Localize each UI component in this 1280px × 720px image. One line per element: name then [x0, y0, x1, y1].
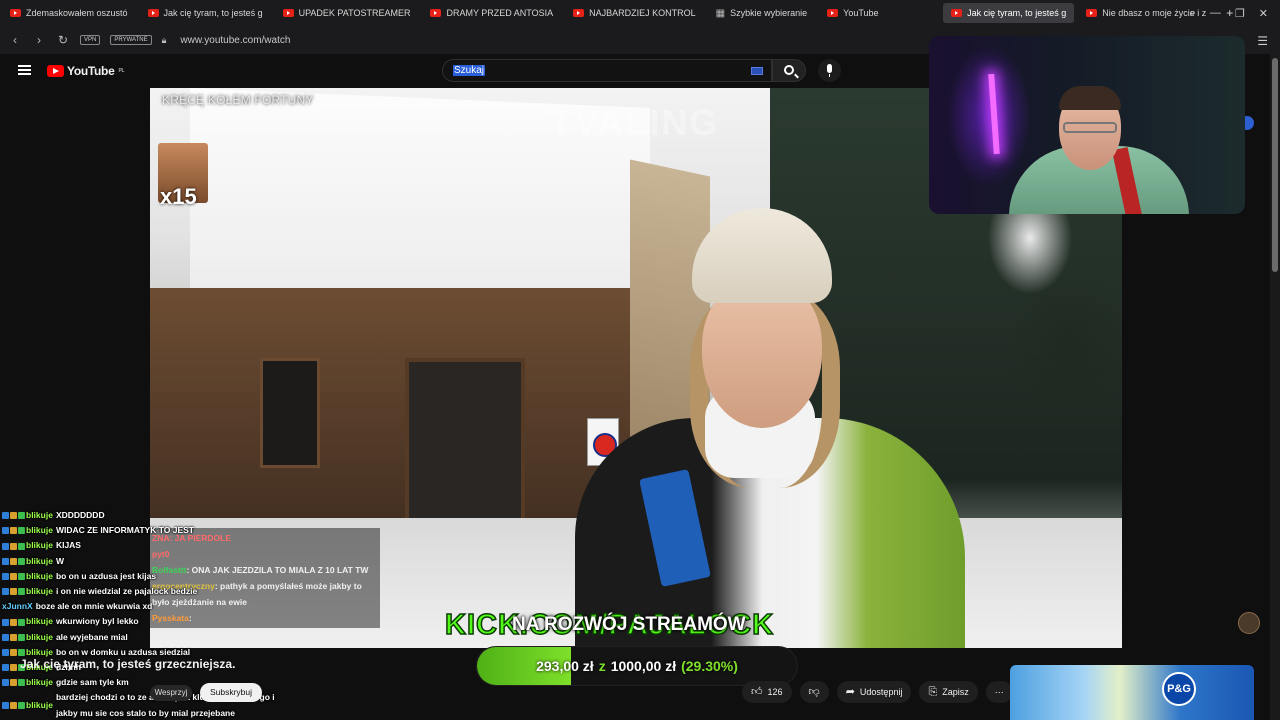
browser-tab[interactable]: UPADEK PATOSTREAMER: [275, 3, 419, 23]
save-button[interactable]: ⎘ Zapisz: [919, 681, 978, 703]
more-icon: ⋯: [994, 686, 1004, 697]
search-button[interactable]: [772, 59, 806, 82]
youtube-logo[interactable]: YouTube PL: [47, 64, 125, 78]
keyboard-icon[interactable]: [751, 67, 763, 75]
search-tabs-icon[interactable]: ⌕: [1190, 7, 1196, 20]
stream-title: KRĘCĘ KOŁEM FORTUNY: [162, 93, 314, 107]
subscribe-button[interactable]: Subskrybuj: [200, 683, 262, 702]
tab-label: Jak cię tyram, to jesteś g: [967, 8, 1067, 18]
emote-badge-icon: [1238, 612, 1260, 634]
goal-text: 293,00 zł z 1000,00 zł (29.30%): [477, 647, 797, 685]
chat-message: blikuje ale wyjebane mial: [2, 630, 287, 645]
chat-message: blikuje XDDDDDDD: [2, 508, 287, 523]
tab-label: YouTube: [843, 8, 879, 18]
share-label: Udostępnij: [859, 687, 903, 697]
search-input[interactable]: Szukaj: [442, 59, 772, 82]
like-count: 126: [767, 687, 783, 697]
youtube-favicon-icon: [147, 9, 159, 17]
maximize-icon[interactable]: ❐: [1235, 7, 1245, 20]
browser-tab[interactable]: ▦ Szybkie wybieranie: [708, 3, 816, 23]
page-scrollbar[interactable]: [1270, 54, 1280, 720]
goal-current: 293,00 zł: [536, 658, 594, 674]
screen: Zdemaskowałem oszustó Jak cię tyram, to …: [0, 0, 1280, 720]
search-value: Szukaj: [453, 65, 486, 76]
goal-separator: z: [598, 658, 606, 674]
brand-logo: P&G: [1162, 672, 1196, 706]
url-field[interactable]: www.youtube.com/watch: [180, 35, 290, 46]
search-icon: [784, 65, 794, 75]
youtube-favicon-icon: [10, 9, 21, 17]
back-icon[interactable]: ‹: [8, 33, 22, 47]
neon-light: [988, 73, 1000, 155]
chat-message: blikuje wkurwiony byl lekko: [2, 614, 287, 629]
browser-tab[interactable]: Jak cię tyram, to jesteś g: [140, 3, 271, 23]
chat-message: blikuje W: [2, 554, 287, 569]
streamer-glasses: [1063, 122, 1117, 133]
chat-message: xJunnX boze ale on mnie wkurwia xd: [2, 601, 153, 612]
webcam-overlay: [929, 36, 1245, 214]
youtube-favicon-icon: [951, 9, 963, 17]
tab-label: Szybkie wybieranie: [730, 8, 808, 18]
logo-text: YouTube: [67, 64, 115, 78]
donation-overlay-text: NA ROZWÓJ STREAMÓW: [512, 614, 746, 635]
reload-icon[interactable]: ↻: [56, 33, 70, 47]
voice-search-icon[interactable]: [818, 59, 841, 82]
tab-label: DRAMY PRZED ANTOSIA: [446, 8, 554, 18]
like-button[interactable]: 👍︎ 126: [742, 681, 792, 703]
tab-label: Zdemaskowałem oszustó: [26, 8, 128, 18]
region-label: PL: [118, 68, 125, 74]
scrollbar-thumb[interactable]: [1272, 58, 1278, 272]
sidebar-area: [1122, 214, 1272, 654]
private-badge: PRYWATNE: [110, 35, 152, 45]
chat-message: blikuje i on nie wiedzial ze pajalock bed…: [2, 584, 287, 599]
hamburger-menu-icon[interactable]: [18, 65, 31, 75]
emote-multiplier: x15: [160, 184, 197, 209]
share-icon: ➦: [845, 685, 855, 698]
goal-target: 1000,00 zł: [610, 658, 677, 674]
youtube-favicon-icon: [573, 9, 585, 17]
thumbs-down-icon: 👎︎: [808, 685, 820, 698]
browser-tab-active[interactable]: Jak cię tyram, to jesteś g: [943, 3, 1075, 23]
window-controls: ⌕ — ❐ ✕: [1190, 0, 1280, 26]
save-label: Zapisz: [942, 687, 969, 697]
browser-menu-icon[interactable]: ☰: [1257, 34, 1268, 48]
ad-banner[interactable]: P&G: [1010, 665, 1254, 720]
browser-tab[interactable]: YouTube: [819, 3, 939, 23]
share-button[interactable]: ➦ Udostępnij: [836, 681, 912, 703]
video-title: Jak cię tyram, to jesteś grzeczniejsza.: [20, 657, 236, 671]
streamer-hair: [1059, 86, 1121, 110]
youtube-play-icon: [47, 65, 64, 77]
tab-label: UPADEK PATOSTREAMER: [298, 8, 411, 18]
chat-message: blikuje KIJAS: [2, 538, 287, 553]
close-icon[interactable]: ✕: [1259, 7, 1268, 20]
more-actions-button[interactable]: ⋯: [985, 681, 1013, 703]
youtube-favicon-icon: [827, 9, 839, 17]
tab-label: NAJBARDZIEJ KONTROL: [589, 8, 696, 18]
watermark: TVALING: [550, 102, 720, 143]
browser-tab[interactable]: NAJBARDZIEJ KONTROL: [565, 3, 704, 23]
hut-window: [260, 358, 320, 468]
browser-tab[interactable]: DRAMY PRZED ANTOSIA: [422, 3, 561, 23]
tab-label: Jak cię tyram, to jesteś g: [163, 8, 263, 18]
forward-icon[interactable]: ›: [32, 33, 46, 47]
chat-message: blikuje WIDAC ZE INFORMATYK TO JEST: [2, 523, 287, 538]
goal-percent: (29.30%): [681, 658, 738, 674]
video-actions: 👍︎ 126 👎︎ ➦ Udostępnij ⎘ Zapisz ⋯: [742, 681, 1013, 703]
donation-goal-bar: 293,00 zł z 1000,00 zł (29.30%): [476, 646, 798, 686]
chat-message: blikuje bo on u azdusa jest kijas: [2, 569, 287, 584]
lock-icon[interactable]: 🔒︎: [162, 35, 167, 46]
dislike-button[interactable]: 👎︎: [799, 681, 829, 703]
support-button[interactable]: Wesprzyj: [150, 685, 192, 701]
minimize-icon[interactable]: —: [1210, 7, 1221, 19]
youtube-favicon-icon: [1086, 9, 1098, 17]
browser-tab[interactable]: Zdemaskowałem oszustó: [2, 3, 136, 23]
speed-dial-icon: ▦: [715, 7, 726, 19]
youtube-favicon-icon: [282, 9, 294, 17]
browser-tab-strip: Zdemaskowałem oszustó Jak cię tyram, to …: [0, 0, 1280, 26]
vpn-badge[interactable]: VPN: [80, 35, 101, 45]
thumbs-up-icon: 👍︎: [751, 685, 763, 698]
bookmark-icon: ⎘: [928, 685, 938, 698]
youtube-favicon-icon: [430, 9, 442, 17]
